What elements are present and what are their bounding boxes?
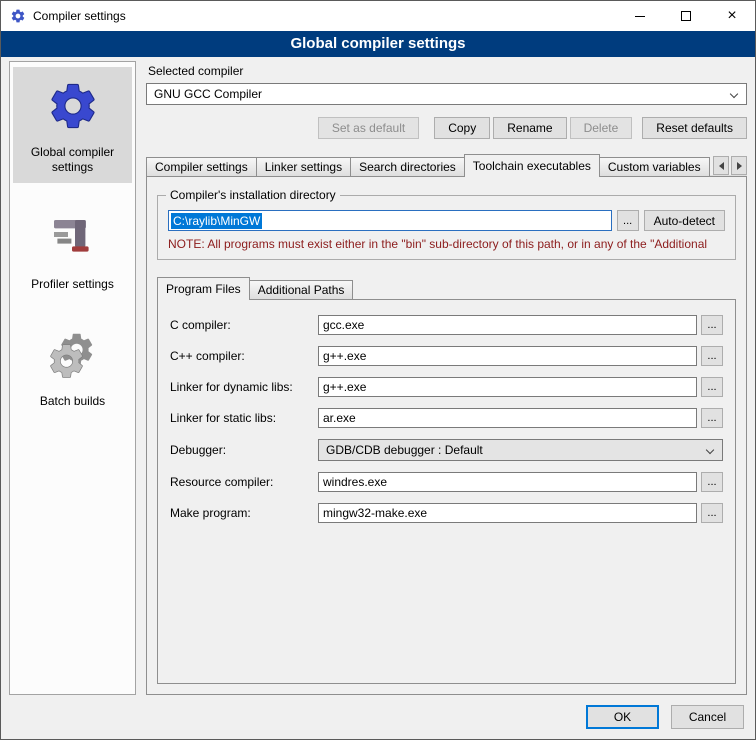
minimize-icon <box>635 16 645 17</box>
selected-text: C:\raylib\MinGW <box>171 213 262 229</box>
close-button[interactable]: × <box>709 1 755 31</box>
c-compiler-input[interactable] <box>318 315 697 335</box>
tab-scroll-right-button[interactable] <box>731 156 747 175</box>
dynamic-linker-label: Linker for dynamic libs: <box>170 380 318 394</box>
sidebar-item-label: Batch builds <box>40 394 105 409</box>
make-program-input[interactable] <box>318 503 697 523</box>
left-arrow-icon <box>719 162 724 170</box>
minimize-button[interactable] <box>617 1 663 31</box>
subtab-program-files[interactable]: Program Files <box>157 277 250 300</box>
field-row-dynamic-linker: Linker for dynamic libs: ... <box>170 377 723 397</box>
titlebar[interactable]: Compiler settings × <box>1 1 755 31</box>
tab-scroll-arrows <box>710 156 747 175</box>
subtab-additional-paths[interactable]: Additional Paths <box>249 280 354 299</box>
static-linker-label: Linker for static libs: <box>170 411 318 425</box>
debugger-value: GDB/CDB debugger : Default <box>326 443 483 457</box>
sidebar-item-label: Global compiler settings <box>15 145 130 175</box>
field-row-static-linker: Linker for static libs: ... <box>170 408 723 428</box>
tab-scroll-left-button[interactable] <box>713 156 729 175</box>
batch-builds-gear-icon <box>46 324 100 386</box>
selected-compiler-value: GNU GCC Compiler <box>154 87 262 101</box>
dialog-content: Global compiler settings Profiler settin… <box>1 57 755 695</box>
sidebar-item-batch-builds[interactable]: Batch builds <box>13 316 132 417</box>
main-panel: Selected compiler GNU GCC Compiler Set a… <box>146 61 747 695</box>
field-row-resource-compiler: Resource compiler: ... <box>170 472 723 492</box>
dynamic-linker-input[interactable] <box>318 377 697 397</box>
sidebar-item-label: Profiler settings <box>31 277 114 292</box>
program-files-panel: C compiler: ... C++ compiler: ... Linker… <box>157 299 736 684</box>
program-files-tabstrip: Program Files Additional Paths <box>157 277 736 300</box>
dialog-footer: OK Cancel <box>1 695 755 739</box>
auto-detect-button[interactable]: Auto-detect <box>644 210 725 231</box>
settings-sidebar: Global compiler settings Profiler settin… <box>9 61 136 695</box>
global-settings-gear-icon <box>46 75 100 137</box>
chevron-down-icon <box>706 446 714 454</box>
app-icon <box>10 8 26 24</box>
resource-compiler-label: Resource compiler: <box>170 475 318 489</box>
toolchain-executables-panel: Compiler's installation directory C:\ray… <box>146 176 747 695</box>
note-text: NOTE: All programs must exist either in … <box>168 237 725 251</box>
browse-button[interactable]: ... <box>701 408 723 428</box>
chevron-down-icon <box>730 90 738 98</box>
selected-compiler-label: Selected compiler <box>148 64 747 78</box>
rename-button[interactable]: Rename <box>493 117 566 139</box>
maximize-icon <box>681 11 691 21</box>
selected-compiler-select[interactable]: GNU GCC Compiler <box>146 83 747 105</box>
browse-button[interactable]: ... <box>701 346 723 366</box>
tab-custom-variables[interactable]: Custom variables <box>599 157 710 176</box>
tab-search-directories[interactable]: Search directories <box>350 157 465 176</box>
cpp-compiler-input[interactable] <box>318 346 697 366</box>
installation-directory-row: C:\raylib\MinGW ... Auto-detect <box>168 210 725 231</box>
ok-button[interactable]: OK <box>586 705 659 729</box>
install-dir-input[interactable]: C:\raylib\MinGW <box>168 210 612 231</box>
browse-button[interactable]: ... <box>701 472 723 492</box>
browse-button[interactable]: ... <box>701 503 723 523</box>
page-title: Global compiler settings <box>1 31 755 57</box>
delete-button[interactable]: Delete <box>570 117 633 139</box>
field-row-c-compiler: C compiler: ... <box>170 315 723 335</box>
set-as-default-button[interactable]: Set as default <box>318 117 419 139</box>
debugger-select[interactable]: GDB/CDB debugger : Default <box>318 439 723 461</box>
caption-buttons: × <box>617 1 755 31</box>
tab-linker-settings[interactable]: Linker settings <box>256 157 351 176</box>
sidebar-item-profiler-settings[interactable]: Profiler settings <box>13 199 132 300</box>
window-title: Compiler settings <box>33 9 126 23</box>
c-compiler-label: C compiler: <box>170 318 318 332</box>
browse-install-dir-button[interactable]: ... <box>617 210 639 231</box>
browse-button[interactable]: ... <box>701 315 723 335</box>
resource-compiler-input[interactable] <box>318 472 697 492</box>
browse-button[interactable]: ... <box>701 377 723 397</box>
copy-button[interactable]: Copy <box>434 117 490 139</box>
close-icon: × <box>727 8 736 24</box>
field-row-debugger: Debugger: GDB/CDB debugger : Default <box>170 439 723 461</box>
installation-directory-group: Compiler's installation directory C:\ray… <box>157 195 736 260</box>
field-row-make-program: Make program: ... <box>170 503 723 523</box>
maximize-button[interactable] <box>663 1 709 31</box>
compiler-button-row: Set as default Copy Rename Delete Reset … <box>146 117 747 139</box>
field-row-cpp-compiler: C++ compiler: ... <box>170 346 723 366</box>
compiler-settings-dialog: Compiler settings × Global compiler sett… <box>0 0 756 740</box>
cancel-button[interactable]: Cancel <box>671 705 744 729</box>
tab-compiler-settings[interactable]: Compiler settings <box>146 157 257 176</box>
reset-defaults-button[interactable]: Reset defaults <box>642 117 747 139</box>
settings-tabstrip: Compiler settings Linker settings Search… <box>146 154 747 177</box>
make-program-label: Make program: <box>170 506 318 520</box>
sidebar-item-global-compiler-settings[interactable]: Global compiler settings <box>13 67 132 183</box>
installation-directory-group-title: Compiler's installation directory <box>166 188 340 202</box>
profiler-icon <box>49 207 97 269</box>
tab-toolchain-executables[interactable]: Toolchain executables <box>464 154 600 177</box>
cpp-compiler-label: C++ compiler: <box>170 349 318 363</box>
static-linker-input[interactable] <box>318 408 697 428</box>
debugger-label: Debugger: <box>170 443 318 457</box>
right-arrow-icon <box>737 162 742 170</box>
